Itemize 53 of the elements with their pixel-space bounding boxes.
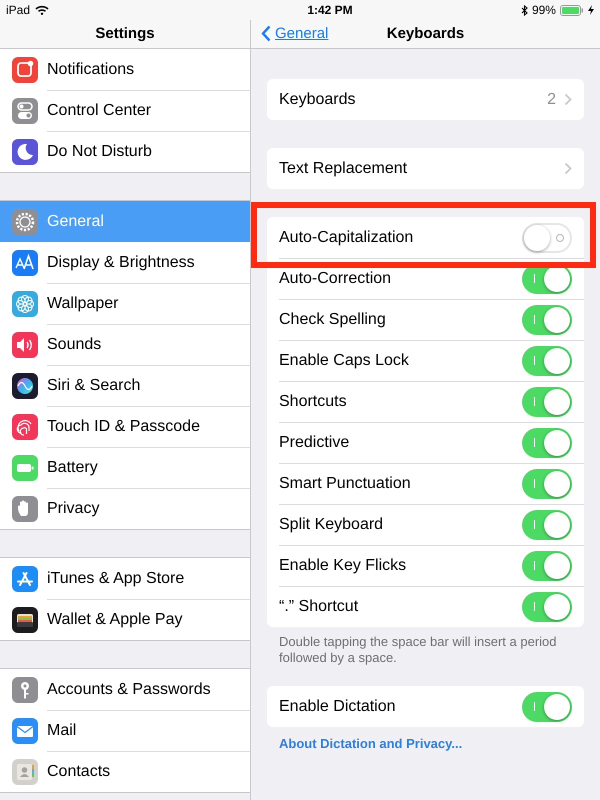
- page-title: Keyboards: [386, 25, 464, 42]
- clock: 1:42 PM: [307, 3, 353, 17]
- settings-row[interactable]: Keyboards 2: [267, 79, 584, 120]
- row-label: Shortcuts: [279, 392, 348, 410]
- battery-icon: [560, 4, 584, 16]
- row-label: Enable Dictation: [279, 698, 397, 716]
- row-label: Auto-Capitalization: [279, 228, 414, 246]
- chevron-right-icon: [564, 162, 572, 175]
- footer-note: Double tapping the space bar will insert a period followed by a space.: [278, 633, 558, 666]
- row-label: “.” Shortcut: [279, 598, 360, 616]
- row-label: Smart Punctuation: [279, 474, 412, 492]
- row-label: Check Spelling: [279, 310, 387, 328]
- row-label: Enable Caps Lock: [279, 352, 410, 370]
- sidebar-item[interactable]: Touch ID & Passcode: [0, 406, 250, 447]
- sidebar-item[interactable]: Mail: [0, 710, 250, 751]
- bluetooth-icon: [520, 4, 528, 16]
- row-label: Auto-Correction: [279, 270, 392, 288]
- sidebar-item[interactable]: Accounts & Passwords: [0, 669, 250, 710]
- sidebar-item[interactable]: iTunes & App Store: [0, 558, 250, 599]
- toggle-switch[interactable]: [522, 692, 572, 722]
- toggle-switch[interactable]: [522, 304, 572, 334]
- chevron-right-icon: [564, 93, 572, 106]
- sidebar-item[interactable]: Wallpaper: [0, 283, 250, 324]
- toggle-switch[interactable]: [522, 222, 572, 252]
- toggle-switch[interactable]: [522, 510, 572, 540]
- footer-link[interactable]: About Dictation and Privacy...: [267, 727, 474, 760]
- wifi-icon: [35, 5, 50, 15]
- sidebar-item[interactable]: Contacts: [0, 751, 250, 792]
- sidebar-item[interactable]: Do Not Disturb: [0, 131, 250, 172]
- toggle-switch[interactable]: [522, 550, 572, 580]
- row-label: Split Keyboard: [279, 516, 384, 534]
- battery-percent: 99%: [532, 3, 556, 17]
- row-value: 2: [547, 90, 556, 108]
- row-label: Enable Key Flicks: [279, 556, 408, 574]
- sidebar-item[interactable]: Battery: [0, 447, 250, 488]
- sidebar-item[interactable]: Control Center: [0, 90, 250, 131]
- sidebar-item[interactable]: Privacy: [0, 488, 250, 529]
- settings-row[interactable]: Text Replacement: [267, 148, 584, 189]
- toggle-switch[interactable]: [522, 468, 572, 498]
- toggle-switch[interactable]: [522, 428, 572, 458]
- toggle-switch[interactable]: [522, 592, 572, 622]
- device-name: iPad: [6, 3, 30, 17]
- chevron-left-icon: [261, 25, 271, 42]
- sidebar-item[interactable]: Wallet & Apple Pay: [0, 599, 250, 640]
- sidebar-title: Settings: [95, 25, 155, 42]
- sidebar-item[interactable]: Siri & Search: [0, 365, 250, 406]
- sidebar-item[interactable]: Sounds: [0, 324, 250, 365]
- row-label: Predictive: [279, 434, 350, 452]
- toggle-switch[interactable]: [522, 346, 572, 376]
- toggle-switch[interactable]: [522, 386, 572, 416]
- back-link[interactable]: General: [261, 25, 328, 42]
- sidebar-item[interactable]: Notifications: [0, 49, 250, 90]
- sidebar-item[interactable]: Display & Brightness: [0, 242, 250, 283]
